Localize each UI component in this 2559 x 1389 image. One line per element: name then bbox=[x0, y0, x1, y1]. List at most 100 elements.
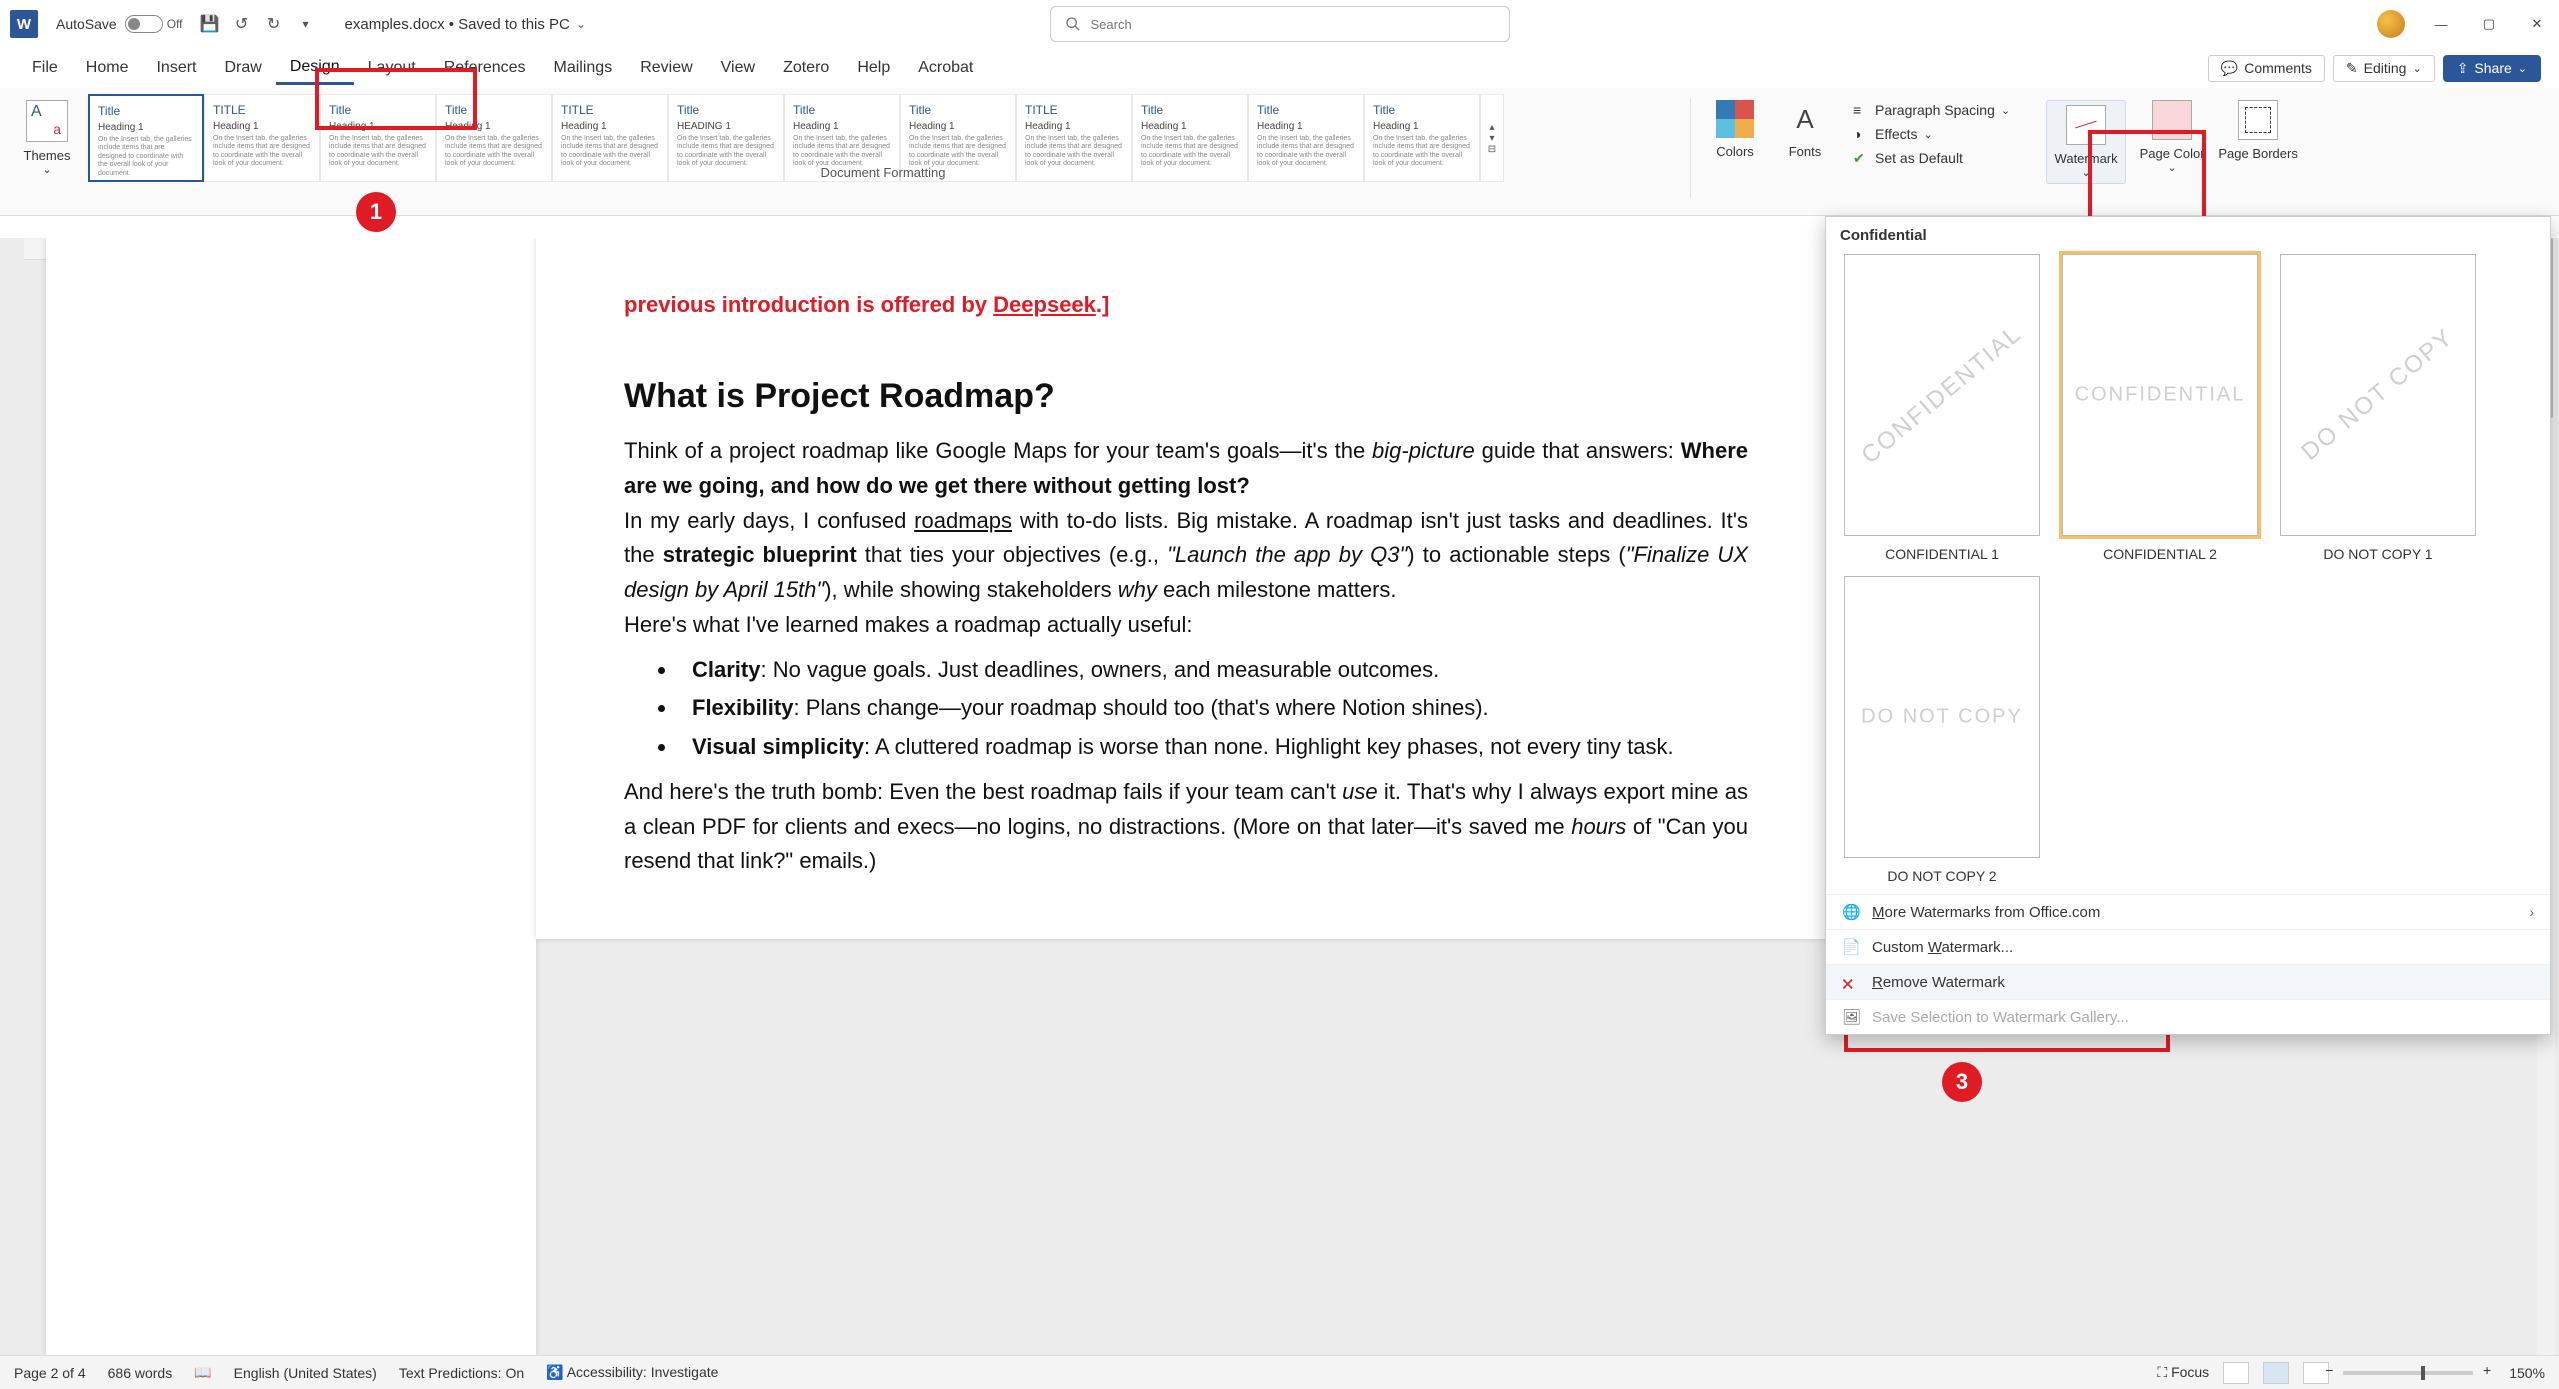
paragraph-spacing-button[interactable]: ≡ Paragraph Spacing ⌄ bbox=[1843, 100, 2020, 120]
user-avatar[interactable] bbox=[2377, 10, 2405, 38]
tab-acrobat[interactable]: Acrobat bbox=[904, 53, 987, 83]
redo-icon[interactable]: ↻ bbox=[261, 11, 287, 37]
style-set-item[interactable]: TitleHeading 1On the Insert tab, the gal… bbox=[1248, 94, 1364, 182]
editing-button[interactable]: ✎ Editing ⌄ bbox=[2333, 55, 2435, 82]
document-formatting-gallery: TitleHeading 1On the Insert tab, the gal… bbox=[88, 94, 1678, 182]
print-layout-button[interactable] bbox=[2263, 1362, 2289, 1384]
autosave-toggle[interactable] bbox=[125, 15, 163, 33]
document-title[interactable]: examples.docx • Saved to this PC ⌄ bbox=[345, 16, 586, 33]
tab-layout[interactable]: Layout bbox=[354, 53, 430, 83]
word-app-icon: W bbox=[10, 10, 38, 38]
tab-references[interactable]: References bbox=[430, 53, 540, 83]
style-set-item[interactable]: TitleHeading 1On the Insert tab, the gal… bbox=[320, 94, 436, 182]
tab-file[interactable]: File bbox=[18, 53, 72, 83]
save-selection-watermark-menu-item: 🖼 Save Selection to Watermark Gallery... bbox=[1826, 999, 2550, 1034]
watermark-dropdown-panel: Confidential CONFIDENTIALCONFIDENTIAL 1C… bbox=[1825, 216, 2551, 1035]
paragraph-2: In my early days, I confused roadmaps wi… bbox=[624, 504, 1748, 608]
search-input[interactable]: Search bbox=[1050, 6, 1510, 42]
zoom-level[interactable]: 150% bbox=[2509, 1365, 2545, 1381]
save-icon[interactable]: 💾 bbox=[197, 11, 223, 37]
themes-button[interactable]: Themes ⌄ bbox=[12, 94, 82, 176]
focus-button[interactable]: ⛶ Focus bbox=[2157, 1364, 2209, 1381]
tab-row: File Home Insert Draw Design Layout Refe… bbox=[0, 48, 2559, 88]
check-icon: ✔ bbox=[1853, 150, 1869, 166]
page-borders-button[interactable]: Page Borders bbox=[2218, 100, 2298, 184]
roadmap-should-link[interactable]: roadmap should bbox=[1010, 695, 1168, 720]
accessibility-indicator[interactable]: ♿ Accessibility: Investigate bbox=[546, 1364, 718, 1381]
tab-help[interactable]: Help bbox=[843, 53, 904, 83]
colors-button[interactable]: Colors bbox=[1703, 94, 1767, 159]
fonts-button[interactable]: A Fonts bbox=[1773, 94, 1837, 159]
themes-icon bbox=[26, 100, 68, 142]
chevron-down-icon: ⌄ bbox=[2167, 161, 2176, 174]
roadmap-list: Clarity: No vague goals. Just deadlines,… bbox=[678, 653, 1748, 765]
tab-home[interactable]: Home bbox=[72, 53, 143, 83]
style-set-item[interactable]: TITLEHeading 1On the Insert tab, the gal… bbox=[552, 94, 668, 182]
more-watermarks-menu-item[interactable]: 🌐 More Watermarks from Office.com › bbox=[1826, 894, 2550, 929]
undo-icon[interactable]: ↺ bbox=[229, 11, 255, 37]
zoom-slider[interactable] bbox=[2343, 1371, 2473, 1375]
page-icon: 📄 bbox=[1842, 938, 1860, 956]
formatting-options: ≡ Paragraph Spacing ⌄ ◑ Effects ⌄ ✔ Set … bbox=[1843, 94, 2020, 168]
page-margin-bg bbox=[46, 238, 536, 1355]
style-set-item[interactable]: TitleHEADING 1On the Insert tab, the gal… bbox=[668, 94, 784, 182]
comments-button[interactable]: 💬 Comments bbox=[2208, 55, 2325, 82]
deepseek-link[interactable]: Deepseek bbox=[993, 292, 1096, 317]
tab-view[interactable]: View bbox=[707, 53, 769, 83]
paragraph-4: And here's the truth bomb: Even the best… bbox=[624, 775, 1748, 879]
qat-more-icon[interactable]: ▾ bbox=[293, 11, 319, 37]
watermark-icon bbox=[2066, 105, 2106, 145]
chevron-down-icon: ⌄ bbox=[2001, 104, 2010, 117]
tab-review[interactable]: Review bbox=[626, 53, 706, 83]
watermark-gallery-item[interactable]: CONFIDENTIALCONFIDENTIAL 1 bbox=[1840, 254, 2044, 562]
gallery-more-button[interactable]: ▴▾⊟ bbox=[1480, 94, 1504, 182]
paragraph-spacing-icon: ≡ bbox=[1853, 102, 1869, 118]
watermark-gallery-item[interactable]: DO NOT COPYDO NOT COPY 2 bbox=[1840, 576, 2044, 884]
style-set-item[interactable]: TITLEHeading 1On the Insert tab, the gal… bbox=[1016, 94, 1132, 182]
group-label-document-formatting: Document Formatting bbox=[821, 165, 946, 180]
search-icon bbox=[1065, 16, 1081, 32]
close-button[interactable]: ✕ bbox=[2525, 12, 2549, 36]
chevron-down-icon: ⌄ bbox=[576, 17, 586, 31]
roadmaps-link[interactable]: roadmaps bbox=[914, 508, 1012, 533]
zoom-thumb[interactable] bbox=[2421, 1366, 2425, 1380]
tab-mailings[interactable]: Mailings bbox=[540, 53, 627, 83]
custom-watermark-menu-item[interactable]: 📄 Custom Watermark... bbox=[1826, 929, 2550, 964]
tab-design[interactable]: Design bbox=[276, 52, 354, 85]
style-set-item[interactable]: TITLEHeading 1On the Insert tab, the gal… bbox=[204, 94, 320, 182]
tab-draw[interactable]: Draw bbox=[210, 53, 275, 83]
ribbon-separator bbox=[1690, 98, 1691, 198]
style-set-item[interactable]: TitleHeading 1On the Insert tab, the gal… bbox=[1364, 94, 1480, 182]
style-set-item[interactable]: TitleHeading 1On the Insert tab, the gal… bbox=[88, 94, 204, 182]
set-default-button[interactable]: ✔ Set as Default bbox=[1843, 148, 2020, 168]
document-page[interactable]: previous introduction is offered by Deep… bbox=[536, 238, 1836, 939]
text-predictions-indicator[interactable]: Text Predictions: On bbox=[399, 1365, 524, 1381]
pencil-icon: ✎ bbox=[2346, 60, 2358, 77]
maximize-button[interactable]: ▢ bbox=[2477, 12, 2501, 36]
watermark-button[interactable]: Watermark ⌄ bbox=[2046, 100, 2126, 184]
page-indicator[interactable]: Page 2 of 4 bbox=[14, 1365, 86, 1381]
page-color-button[interactable]: Page Color ⌄ bbox=[2132, 100, 2212, 184]
language-indicator[interactable]: English (United States) bbox=[234, 1365, 377, 1381]
comment-icon: 💬 bbox=[2221, 60, 2238, 77]
globe-icon: 🌐 bbox=[1842, 903, 1860, 921]
paragraph-1: Think of a project roadmap like Google M… bbox=[624, 434, 1748, 504]
share-button[interactable]: ⇪ Share ⌄ bbox=[2443, 55, 2541, 82]
style-set-item[interactable]: TitleHeading 1On the Insert tab, the gal… bbox=[436, 94, 552, 182]
fonts-icon: A bbox=[1786, 100, 1824, 138]
read-mode-button[interactable] bbox=[2223, 1362, 2249, 1384]
word-count[interactable]: 686 words bbox=[108, 1365, 173, 1381]
watermark-section-label: Confidential bbox=[1826, 217, 2550, 250]
gallery-icon: 🖼 bbox=[1842, 1008, 1860, 1026]
tab-zotero[interactable]: Zotero bbox=[769, 53, 843, 83]
watermark-gallery-item[interactable]: CONFIDENTIALCONFIDENTIAL 2 bbox=[2058, 254, 2262, 562]
effects-button[interactable]: ◑ Effects ⌄ bbox=[1843, 124, 2020, 144]
minimize-button[interactable]: — bbox=[2429, 12, 2453, 36]
style-set-item[interactable]: TitleHeading 1On the Insert tab, the gal… bbox=[1132, 94, 1248, 182]
remove-watermark-menu-item[interactable]: 🗙 Remove Watermark bbox=[1826, 964, 2550, 999]
tab-insert[interactable]: Insert bbox=[142, 53, 210, 83]
spellcheck-icon[interactable]: 📖 bbox=[194, 1364, 211, 1381]
page-background-group: Watermark ⌄ Page Color ⌄ Page Borders bbox=[2046, 94, 2298, 184]
chevron-down-icon: ⌄ bbox=[2081, 166, 2090, 179]
watermark-gallery-item[interactable]: DO NOT COPYDO NOT COPY 1 bbox=[2276, 254, 2480, 562]
